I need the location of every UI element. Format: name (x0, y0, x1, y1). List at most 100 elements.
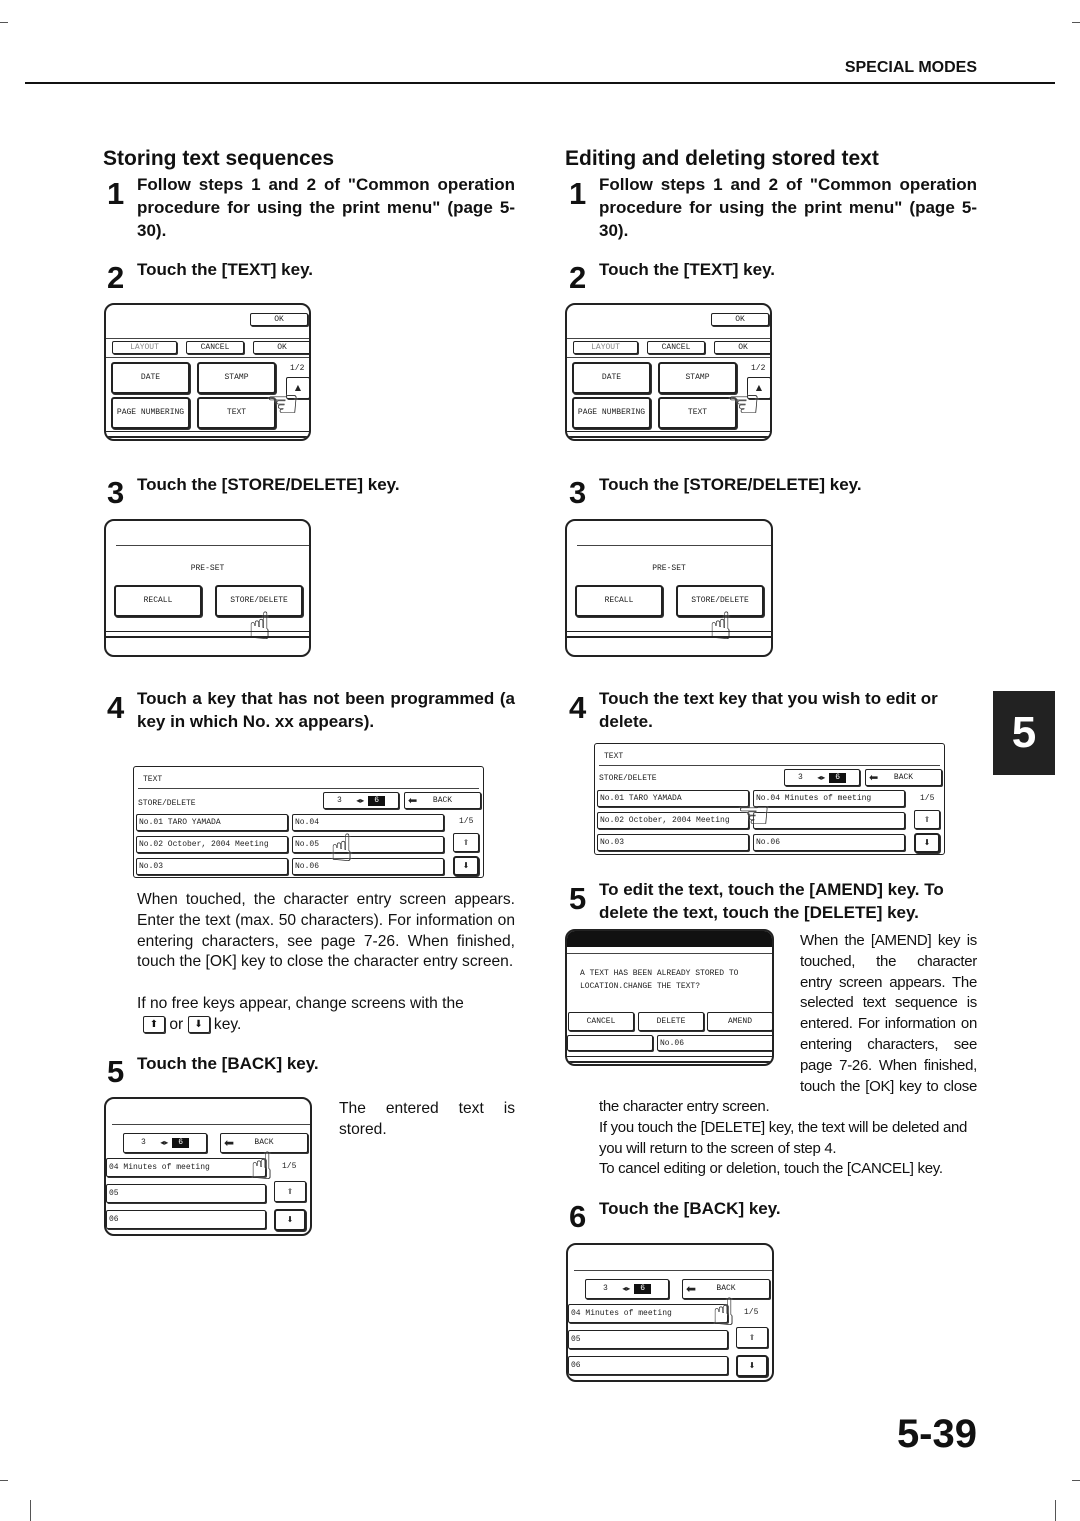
stamp-key[interactable]: STAMP (197, 362, 276, 394)
preset-label: PRE-SET (652, 564, 686, 573)
back-screen: 3 ◂▸ 6 ⬅ BACK 04 Minutes of meeting 05 06 … (566, 1243, 774, 1382)
page-indicator: 1/5 (282, 1162, 297, 1171)
text-slot[interactable]: No.03 (597, 834, 749, 851)
crop-mark (30, 1500, 31, 1521)
mode-label: STORE/DELETE (138, 799, 196, 808)
left-section-title: Storing text sequences (103, 147, 335, 170)
page-indicator: 1/2 (290, 364, 305, 373)
text-slot[interactable]: 04 Minutes of meeting (106, 1158, 266, 1177)
step-number: 3 (107, 475, 125, 510)
step-text: Touch the [TEXT] key. (599, 260, 775, 279)
step-number: 5 (107, 1054, 125, 1089)
text-slot[interactable]: 06 (568, 1356, 728, 1375)
down-arrow-icon[interactable]: ⬇ (914, 833, 940, 853)
step-number: 5 (569, 881, 587, 916)
ok-button[interactable]: OK (253, 341, 309, 354)
step-text: Touch the [TEXT] key. (137, 260, 313, 279)
down-arrow-icon[interactable]: ⬇ (736, 1355, 768, 1377)
cancel-button[interactable]: CANCEL (647, 341, 705, 354)
step-text: Touch the text key that you wish to edit… (599, 689, 938, 731)
text-slot[interactable]: No.06 (292, 858, 444, 875)
step-text: Touch the [BACK] key. (137, 1054, 319, 1073)
step-number: 1 (107, 176, 125, 211)
right-section-title: Editing and deleting stored text (565, 147, 879, 170)
pointing-hand-icon: ☝ (722, 392, 767, 416)
page-indicator: 1/5 (920, 794, 935, 803)
back-button[interactable]: ⬅ BACK (865, 769, 942, 786)
text-slot[interactable]: 05 (568, 1330, 728, 1349)
text-slot[interactable]: 05 (106, 1184, 266, 1203)
page-numbering-key[interactable]: PAGE NUMBERING (572, 397, 651, 429)
text-slot[interactable]: 04 Minutes of meeting (568, 1304, 728, 1323)
pointing-hand-icon: ☝ (712, 1290, 736, 1334)
up-arrow-icon[interactable]: ⬆ (914, 810, 940, 829)
step-text: Touch a key that has not been programmed… (137, 689, 515, 731)
back-button[interactable]: ⬅ BACK (404, 792, 481, 809)
step-number: 1 (569, 176, 587, 211)
recall-key[interactable]: RECALL (114, 585, 202, 617)
page-indicator: 1/5 (744, 1308, 759, 1317)
text-slot[interactable]: No.02 October, 2004 Meeting (597, 812, 749, 829)
text-slot[interactable]: No.02 October, 2004 Meeting (136, 836, 288, 853)
up-arrow-icon[interactable]: ⬆ (736, 1327, 768, 1348)
step-text: Touch the [STORE/DELETE] key. (599, 475, 862, 494)
step-text: Touch the [STORE/DELETE] key. (137, 475, 400, 494)
pointing-hand-icon: ☝ (248, 604, 272, 648)
step-number: 6 (569, 1199, 587, 1234)
left-arrow-icon: ⬅ (869, 770, 879, 784)
preset-screen: PRE-SET RECALL STORE/DELETE ☝ (565, 519, 773, 657)
screen-title: TEXT (604, 752, 624, 761)
ok-button[interactable]: OK (714, 341, 770, 354)
down-arrow-icon: ⬇ (187, 1016, 210, 1034)
stamp-key[interactable]: STAMP (658, 362, 737, 394)
step-number: 2 (107, 260, 125, 295)
step-number: 4 (569, 690, 587, 725)
step-number: 4 (107, 690, 125, 725)
pointing-hand-icon: ☝ (732, 803, 777, 827)
page-indicator: 1/5 (459, 817, 474, 826)
date-key[interactable]: DATE (572, 362, 651, 394)
down-arrow-icon[interactable]: ⬇ (274, 1209, 306, 1231)
page-counter: 3 ◂▸ 6 (585, 1279, 669, 1299)
recall-key[interactable]: RECALL (575, 585, 663, 617)
page-counter: 3 ◂▸ 6 (323, 792, 399, 809)
text-slot[interactable]: No.03 (136, 858, 288, 875)
step-number: 2 (569, 260, 587, 295)
step4-note: If no free keys appear, change screens w… (137, 995, 464, 1034)
preset-label: PRE-SET (190, 564, 225, 573)
left-arrow-icon: ⬅ (224, 1136, 235, 1150)
page-counter: 3 ◂▸ 6 (784, 769, 860, 786)
text-slot[interactable]: No.05 (292, 836, 444, 853)
crop-mark (1072, 22, 1080, 23)
text-slot[interactable]: No.01 TARO YAMADA (136, 814, 288, 831)
left-right-arrow-icon: ◂▸ (160, 1138, 169, 1147)
down-arrow-icon[interactable]: ⬇ (453, 856, 479, 876)
crop-mark (0, 1480, 8, 1481)
text-slot[interactable]: 06 (106, 1210, 266, 1229)
step-text: Follow steps 1 and 2 of "Common operatio… (599, 175, 977, 240)
step5-delete-note: If you touch the [DELETE] key, the text … (599, 1119, 968, 1157)
ok-button[interactable]: OK (250, 313, 308, 326)
layout-tab[interactable]: LAYOUT (573, 341, 638, 354)
header-rule (25, 82, 1055, 84)
layout-tab[interactable]: LAYOUT (112, 341, 177, 354)
cancel-button[interactable]: CANCEL (186, 341, 244, 354)
step5-description: The entered text is stored. (339, 1100, 515, 1138)
text-slot[interactable]: No.04 (292, 814, 444, 831)
text-slot[interactable]: No.06 (753, 834, 905, 851)
date-key[interactable]: DATE (111, 362, 190, 394)
up-arrow-icon[interactable]: ⬆ (453, 833, 479, 852)
left-arrow-icon: ⬅ (408, 793, 418, 807)
preset-screen: PRE-SET RECALL STORE/DELETE ☝ (104, 519, 311, 657)
up-arrow-icon[interactable]: ⬆ (274, 1181, 306, 1202)
page-counter: 3 ◂▸ 6 (123, 1133, 207, 1153)
pointing-hand-icon: ☝ (330, 826, 354, 870)
ok-button[interactable]: OK (711, 313, 769, 326)
screen-title: TEXT (143, 775, 163, 784)
left-right-arrow-icon: ◂▸ (622, 1284, 631, 1293)
crop-mark (1055, 1500, 1056, 1521)
step-text: Follow steps 1 and 2 of "Common operatio… (137, 175, 515, 240)
step5-cancel-note: To cancel editing or deletion, touch the… (599, 1160, 943, 1177)
text-slot[interactable]: No.01 TARO YAMADA (597, 790, 749, 807)
page-numbering-key[interactable]: PAGE NUMBERING (111, 397, 190, 429)
